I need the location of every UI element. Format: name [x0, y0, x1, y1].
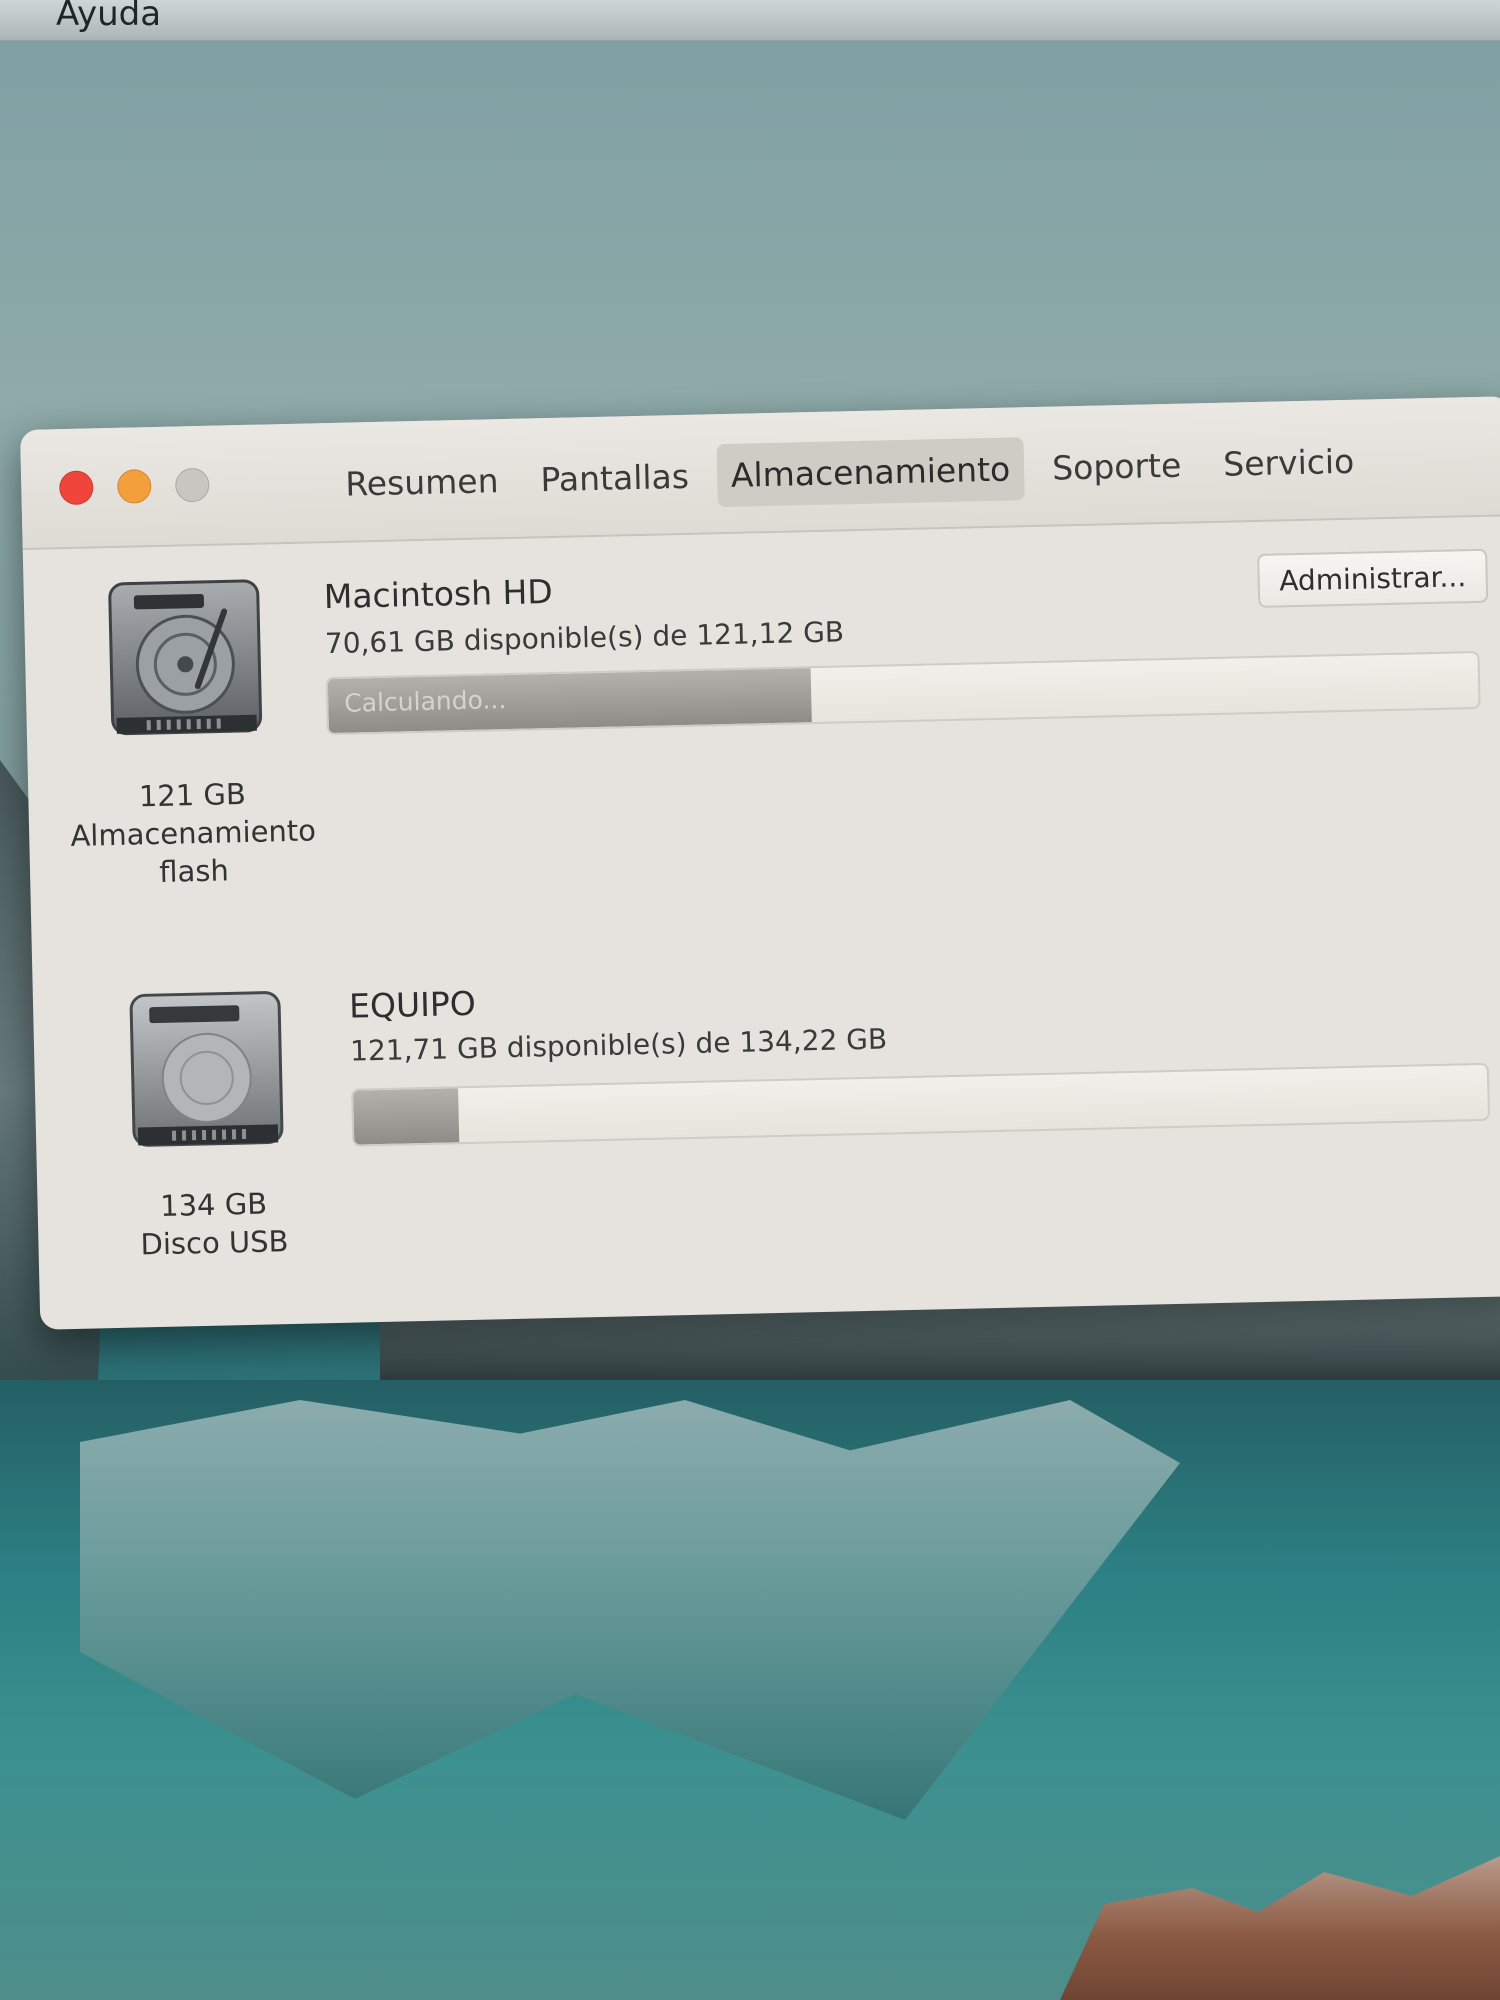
storage-bar-status: Calculando...: [343, 685, 507, 718]
desktop-background: Ayuda Resumen Pantallas Almacenamiento S…: [0, 0, 1500, 2000]
storage-row: 121 GB Almacenamiento flash Macintosh HD…: [23, 546, 1500, 920]
disk-type: Almacenamiento: [70, 813, 317, 853]
menu-bar: Ayuda: [0, 0, 1500, 41]
storage-bar: [351, 1062, 1491, 1147]
disk-type: Disco USB: [140, 1224, 289, 1262]
minimize-button[interactable]: [116, 469, 152, 504]
disk-name: EQUIPO: [348, 983, 477, 1026]
disk-capacity: 134 GB: [159, 1186, 268, 1224]
usb-disk-icon: [125, 986, 289, 1160]
disk-name: Macintosh HD: [323, 571, 554, 617]
disk-type-extra: flash: [158, 853, 230, 889]
storage-bar-fill: [353, 1088, 460, 1145]
tab-bar: Resumen Pantallas Almacenamiento Soporte…: [331, 429, 1369, 516]
storage-bar: Calculando...: [325, 650, 1481, 736]
manage-button[interactable]: Administrar...: [1257, 548, 1489, 608]
window-titlebar: Resumen Pantallas Almacenamiento Soporte…: [20, 396, 1500, 550]
about-this-mac-window: Resumen Pantallas Almacenamiento Soporte…: [20, 396, 1500, 1330]
zoom-button[interactable]: [174, 467, 210, 503]
disk-caption: 134 GB Disco USB: [83, 1183, 345, 1265]
hard-disk-icon: [103, 575, 267, 749]
tab-resumen[interactable]: Resumen: [331, 449, 514, 516]
tab-servicio[interactable]: Servicio: [1209, 429, 1369, 496]
disk-capacity: 121 GB: [138, 776, 247, 814]
tab-pantallas[interactable]: Pantallas: [526, 445, 704, 512]
disk-caption: 121 GB Almacenamiento flash: [62, 773, 325, 893]
disk-available: 70,61 GB disponible(s) de 121,12 GB: [324, 615, 845, 661]
disk-available: 121,71 GB disponible(s) de 134,22 GB: [349, 1022, 888, 1068]
menu-help[interactable]: Ayuda: [56, 0, 161, 34]
tab-almacenamiento[interactable]: Almacenamiento: [716, 437, 1025, 508]
storage-row: 134 GB Disco USB EQUIPO 121,71 GB dispon…: [32, 936, 1500, 1310]
tab-soporte[interactable]: Soporte: [1037, 433, 1195, 500]
close-button[interactable]: [58, 470, 94, 506]
